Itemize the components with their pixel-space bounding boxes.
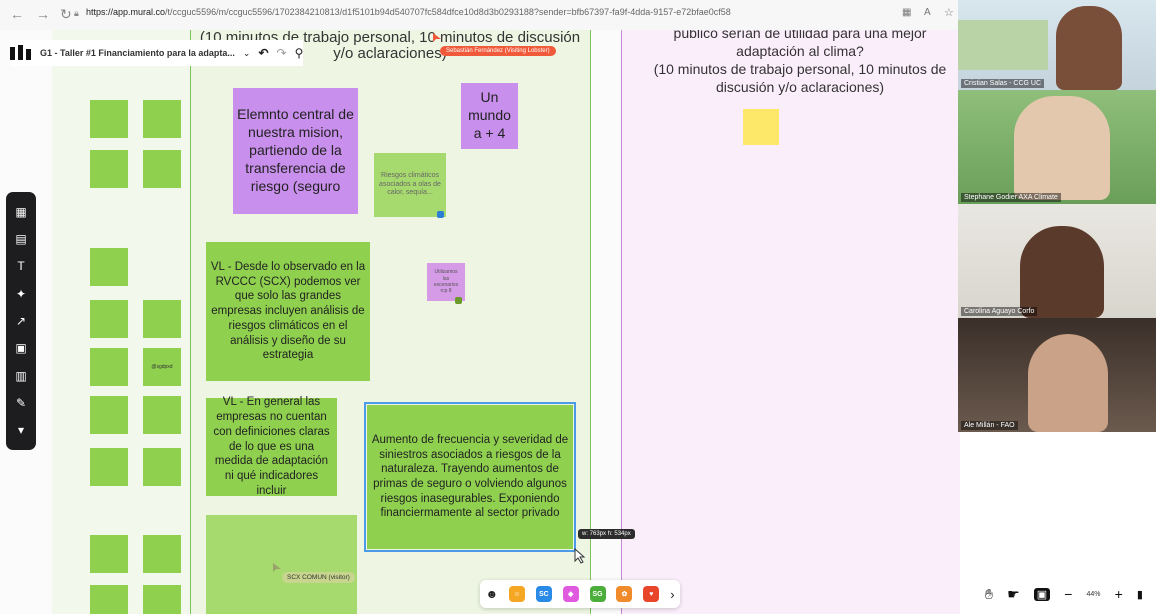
- minimap-toggle-icon[interactable]: ▮: [1137, 588, 1143, 601]
- image-icon[interactable]: ▣: [14, 341, 28, 355]
- canvas-zone-right: [621, 30, 960, 614]
- table-icon[interactable]: ▥: [14, 369, 28, 383]
- sticky-note[interactable]: [90, 248, 128, 286]
- reaction-face-icon[interactable]: ☺: [508, 586, 525, 602]
- left-toolbar: ▦ ▤ T ✦ ↗ ▣ ▥ ✎ ▾: [6, 192, 36, 450]
- mural-logo-icon[interactable]: [10, 45, 32, 61]
- participant-name: Stephane Godier AXA Climate: [961, 193, 1061, 202]
- participant-silhouette: [1014, 96, 1110, 200]
- zoom-in-button[interactable]: +: [1115, 586, 1123, 602]
- templates-icon[interactable]: ▦: [14, 205, 28, 219]
- lock-icon: 🔒︎: [74, 8, 79, 18]
- video-tile[interactable]: Cristian Salas - CCG UC: [958, 0, 1156, 90]
- reload-icon[interactable]: ↻: [60, 6, 72, 23]
- zoom-controls: ✋︎ ☛ ▣ − 44% + ▮: [978, 580, 1150, 608]
- mural-canvas[interactable]: (10 minutos de trabajo personal, 10 minu…: [0, 30, 960, 614]
- outline-icon[interactable]: ▣: [1033, 587, 1051, 601]
- collaborator-sg-button[interactable]: SG: [589, 586, 606, 602]
- sticky-note[interactable]: [143, 150, 181, 188]
- collaborator-avatar: [455, 297, 462, 304]
- participant-silhouette: [1020, 226, 1104, 318]
- sticky-note[interactable]: [90, 150, 128, 188]
- sticky-note-rvccc[interactable]: VL - Desde lo observado en la RVCCC (SCX…: [206, 242, 370, 381]
- reactions-toolbar: ☻ ☺ SC ◆ SG ✿ ♥ ›: [480, 580, 680, 608]
- zoom-level[interactable]: 44%: [1086, 591, 1100, 598]
- sticky-note[interactable]: [90, 535, 128, 573]
- address-bar[interactable]: https://app.mural.co/t/ccguc5596/m/ccguc…: [86, 7, 786, 23]
- sticky-note-risks[interactable]: Riesgos climáticos asociados a olas de c…: [374, 153, 446, 217]
- reaction-heart-icon[interactable]: ♥: [643, 586, 660, 602]
- select-icon[interactable]: ☛: [1007, 586, 1020, 603]
- sticky-note-yellow[interactable]: [743, 109, 779, 145]
- chevron-right-icon[interactable]: ›: [670, 587, 674, 602]
- mouse-cursor-icon: [574, 548, 586, 564]
- undo-icon[interactable]: ↶: [258, 46, 268, 60]
- participant-name: Cristian Salas - CCG UC: [961, 79, 1045, 88]
- sticky-note[interactable]: [90, 448, 128, 486]
- section-header-right: público serían de utilidad para una mejo…: [653, 30, 947, 95]
- participant-name: Ale Millán - FAO: [961, 421, 1018, 430]
- mural-board-header: G1 - Taller #1 Financiamiento para la ad…: [10, 40, 304, 66]
- sticky-note-small-label[interactable]: @sgdpxd: [143, 348, 181, 386]
- draw-icon[interactable]: ✎: [14, 396, 28, 410]
- video-tile[interactable]: Stephane Godier AXA Climate: [958, 90, 1156, 204]
- sticky-note[interactable]: [143, 100, 181, 138]
- read-aloud-icon[interactable]: A: [924, 7, 931, 18]
- reaction-shape-icon[interactable]: ◆: [562, 586, 579, 602]
- sticky-note-definitions[interactable]: VL - En general las empresas no cuentan …: [206, 396, 337, 497]
- sticky-note[interactable]: [143, 396, 181, 434]
- collaborator-sc-button[interactable]: SC: [535, 586, 552, 602]
- collaborator-avatar: [437, 211, 444, 218]
- dimension-tooltip: w: 763px h: 534px: [578, 529, 635, 539]
- hand-icon[interactable]: ✋︎: [985, 586, 993, 603]
- reader-icon[interactable]: ▦: [902, 7, 911, 18]
- sticky-note[interactable]: [143, 300, 181, 338]
- favorite-icon[interactable]: ☆: [944, 6, 954, 19]
- sticky-note[interactable]: [90, 396, 128, 434]
- sticky-note-mission[interactable]: Elemnto central de nuestra mision, parti…: [233, 88, 358, 214]
- chevron-down-icon[interactable]: ⌄: [243, 48, 251, 59]
- collaborator-name-tag: SCX COMUN (visitor): [282, 572, 355, 583]
- sticky-note[interactable]: [90, 100, 128, 138]
- connector-icon[interactable]: ↗: [14, 314, 28, 328]
- sticky-note-scenarios[interactable]: Utilizamos las escenarios rcp 8: [427, 263, 465, 301]
- sticky-note-frequency[interactable]: Aumento de frecuencia y severidad de sin…: [364, 402, 576, 552]
- browser-toolbar: ← → ↻ 🔒︎ https://app.mural.co/t/ccguc559…: [0, 0, 960, 31]
- participant-silhouette: [1056, 6, 1122, 90]
- sticky-note[interactable]: [90, 348, 128, 386]
- video-background: [958, 20, 1048, 70]
- video-tile[interactable]: Ale Millán - FAO: [958, 318, 1156, 432]
- sticky-note-world[interactable]: Un mundo a + 4: [461, 83, 518, 149]
- emoji-icon[interactable]: ☻: [485, 587, 498, 601]
- upload-icon[interactable]: ▾: [14, 423, 28, 437]
- back-icon[interactable]: ←: [10, 6, 24, 22]
- sticky-note[interactable]: [143, 585, 181, 614]
- text-icon[interactable]: T: [14, 259, 28, 273]
- board-title[interactable]: G1 - Taller #1 Financiamiento para la ad…: [40, 48, 235, 58]
- shapes-icon[interactable]: ✦: [14, 287, 28, 301]
- reaction-award-icon[interactable]: ✿: [616, 586, 633, 602]
- search-icon[interactable]: ⚲: [295, 46, 304, 60]
- participant-silhouette: [1028, 334, 1108, 432]
- sticky-note-icon[interactable]: ▤: [14, 232, 28, 246]
- sticky-note[interactable]: [90, 585, 128, 614]
- sticky-note[interactable]: [143, 535, 181, 573]
- video-tile[interactable]: Carolina Aguayo Corfo: [958, 204, 1156, 318]
- participant-name: Carolina Aguayo Corfo: [961, 307, 1038, 316]
- redo-icon[interactable]: ↷: [277, 46, 287, 60]
- zoom-out-button[interactable]: −: [1064, 586, 1072, 602]
- collaborator-cursor-icon: [273, 563, 281, 572]
- collaborator-cursor-icon: [433, 33, 441, 42]
- collaborator-name-tag: Sebastián Fernández (Visiting Lobster): [440, 46, 556, 56]
- sticky-note[interactable]: [143, 448, 181, 486]
- forward-icon[interactable]: →: [36, 6, 50, 22]
- sticky-note[interactable]: [90, 300, 128, 338]
